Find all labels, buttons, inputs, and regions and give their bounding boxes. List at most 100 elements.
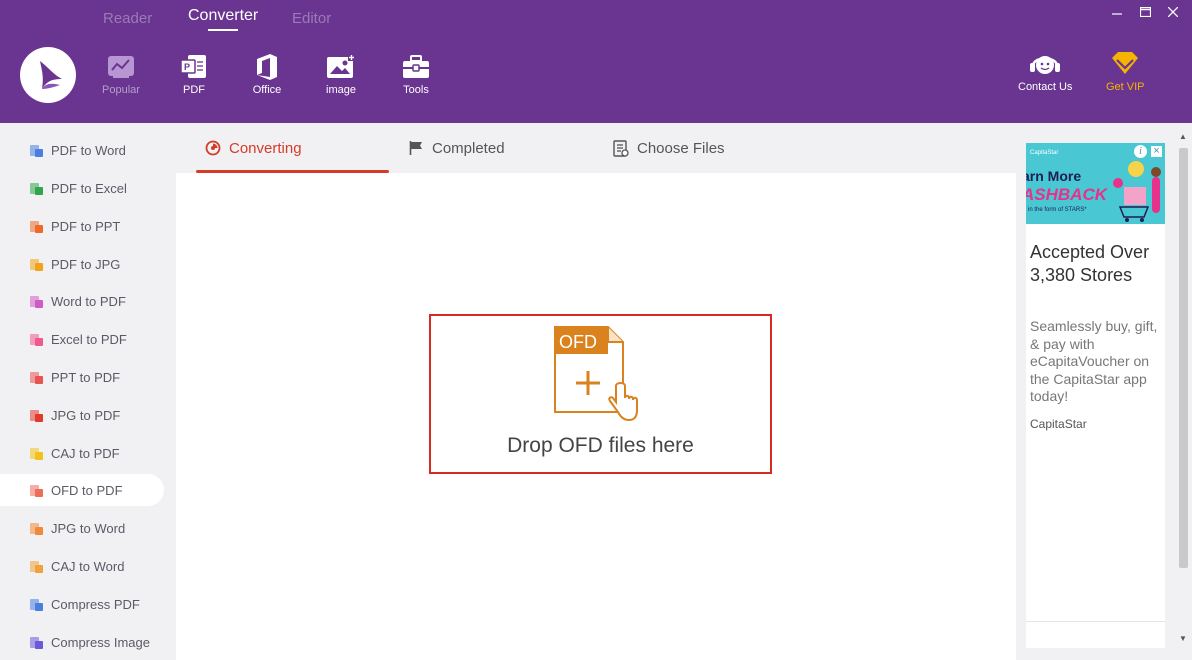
tab-converter[interactable]: Converter: [188, 7, 258, 31]
conversion-sidebar: PDF to Word PDF to Excel PDF to PPT PDF …: [0, 123, 176, 660]
tool-image[interactable]: image: [311, 52, 371, 96]
toolbox-icon: [401, 52, 431, 82]
file-drop-zone[interactable]: OFD Drop OFD files here: [429, 314, 772, 474]
tab-reader[interactable]: Reader: [103, 10, 152, 27]
sidebar-item-pdf-to-excel[interactable]: PDF to Excel: [0, 172, 164, 204]
close-icon: [1168, 7, 1178, 17]
sidebar-item-label: JPG to PDF: [51, 407, 121, 423]
sidebar-item-label: Compress PDF: [51, 596, 140, 612]
tool-popular[interactable]: Popular: [91, 52, 151, 96]
pdf-icon: P: [179, 52, 209, 82]
tab-label: Choose Files: [637, 139, 725, 157]
pdf-to-word-icon: [30, 144, 43, 157]
minimize-icon: [1112, 13, 1122, 15]
sidebar-item-label: PDF to Word: [51, 142, 126, 158]
butterfly-logo-icon: [40, 61, 62, 89]
ad-fine-print: in the form of STARS*: [1028, 207, 1087, 213]
tool-label: Popular: [102, 84, 140, 96]
sidebar-item-label: CAJ to Word: [51, 558, 125, 574]
sidebar-item-label: Compress Image: [51, 634, 150, 650]
pdf-to-excel-icon: [30, 182, 43, 195]
image-icon: [326, 52, 356, 82]
sidebar-item-pdf-to-word[interactable]: PDF to Word: [0, 134, 164, 166]
sidebar-item-label: OFD to PDF: [51, 482, 123, 498]
minimize-button[interactable]: [1110, 4, 1124, 20]
tab-converting[interactable]: Converting: [205, 123, 302, 173]
tab-label: Converting: [229, 139, 302, 157]
sidebar-item-compress-image[interactable]: Compress Image: [0, 626, 164, 658]
ofd-to-pdf-icon: [30, 484, 43, 497]
ofd-badge-text: OFD: [559, 332, 597, 352]
sidebar-item-jpg-to-pdf[interactable]: JPG to PDF: [0, 399, 164, 431]
excel-to-pdf-icon: [30, 333, 43, 346]
tab-choose-files[interactable]: Choose Files: [613, 123, 725, 173]
sidebar-item-label: PDF to PPT: [51, 218, 121, 234]
ad-headline-line1: arn More: [1026, 168, 1082, 184]
window-controls: [1110, 4, 1180, 20]
ad-scrollbar[interactable]: ▲ ▼: [1176, 130, 1192, 660]
tab-editor[interactable]: Editor: [292, 10, 331, 27]
ad-divider: [1026, 621, 1165, 622]
sidebar-item-caj-to-word[interactable]: CAJ to Word: [0, 550, 164, 582]
caj-to-pdf-icon: [30, 447, 43, 460]
file-list-icon: [613, 139, 629, 157]
office-icon: [252, 52, 282, 82]
drop-instruction-text: Drop OFD files here: [507, 434, 694, 457]
ofd-file-add-icon: OFD: [554, 326, 638, 422]
sidebar-item-jpg-to-word[interactable]: JPG to Word: [0, 512, 164, 544]
diamond-icon: [1112, 52, 1139, 74]
converting-icon: [205, 140, 221, 156]
close-button[interactable]: [1166, 4, 1180, 20]
sidebar-item-excel-to-pdf[interactable]: Excel to PDF: [0, 323, 164, 355]
sidebar-item-pdf-to-jpg[interactable]: PDF to JPG: [0, 248, 164, 280]
contact-us-button[interactable]: Contact Us: [1018, 50, 1072, 93]
jpg-to-word-icon: [30, 522, 43, 535]
app-header: Reader Converter Editor Popular P PDF Of…: [0, 0, 1192, 123]
ad-decoration-icon: [1113, 161, 1161, 222]
pdf-to-jpg-icon: [30, 258, 43, 271]
tool-office[interactable]: Office: [237, 52, 297, 96]
sidebar-item-ofd-to-pdf[interactable]: OFD to PDF: [0, 474, 164, 506]
maximize-icon: [1139, 7, 1151, 17]
sidebar-item-ppt-to-pdf[interactable]: PPT to PDF: [0, 361, 164, 393]
sidebar-item-pdf-to-ppt[interactable]: PDF to PPT: [0, 210, 164, 242]
ad-close-icon[interactable]: ×: [1150, 145, 1163, 158]
ad-description: Seamlessly buy, gift, & pay with eCapita…: [1030, 318, 1158, 404]
jpg-to-pdf-icon: [30, 409, 43, 422]
tool-pdf[interactable]: P PDF: [164, 52, 224, 96]
app-logo: [20, 47, 76, 103]
sidebar-item-label: CAJ to PDF: [51, 445, 120, 461]
tool-label: Tools: [403, 84, 429, 96]
ad-headline-line2: ASHBACK: [1026, 185, 1107, 204]
ad-advertiser-link[interactable]: CapitaStar: [1030, 417, 1087, 431]
sidebar-item-label: Word to PDF: [51, 293, 126, 309]
ad-brand-small: CapitaStar: [1030, 150, 1059, 156]
compress-pdf-icon: [30, 598, 43, 611]
svg-text:P: P: [184, 62, 190, 72]
ad-title[interactable]: Accepted Over 3,380 Stores: [1030, 241, 1160, 287]
tool-label: Office: [252, 84, 282, 96]
caj-to-word-icon: [30, 560, 43, 573]
advertisement-panel[interactable]: CapitaStar arn More ASHBACK in the form …: [1026, 143, 1165, 648]
ppt-to-pdf-icon: [30, 371, 43, 384]
maximize-button[interactable]: [1138, 4, 1152, 20]
sidebar-item-caj-to-pdf[interactable]: CAJ to PDF: [0, 437, 164, 469]
sidebar-item-label: JPG to Word: [51, 520, 126, 536]
tab-completed[interactable]: Completed: [408, 123, 505, 173]
tab-label: Completed: [432, 139, 505, 157]
sidebar-item-label: PPT to PDF: [51, 369, 121, 385]
ad-banner-image[interactable]: CapitaStar arn More ASHBACK in the form …: [1026, 143, 1165, 224]
tool-label: PDF: [183, 84, 205, 96]
sidebar-item-label: PDF to Excel: [51, 180, 127, 196]
scroll-down-icon[interactable]: ▼: [1179, 634, 1187, 643]
sidebar-item-compress-pdf[interactable]: Compress PDF: [0, 588, 164, 620]
tool-tools[interactable]: Tools: [386, 52, 446, 96]
scroll-thumb[interactable]: [1179, 148, 1188, 568]
active-tab-indicator: [196, 170, 389, 173]
scroll-up-icon[interactable]: ▲: [1179, 132, 1187, 141]
sidebar-item-word-to-pdf[interactable]: Word to PDF: [0, 285, 164, 317]
tool-label: image: [326, 84, 356, 96]
ad-info-icon[interactable]: i: [1134, 145, 1147, 158]
get-vip-button[interactable]: Get VIP: [1106, 50, 1145, 93]
main-panel: Converting Completed Choose Files OFD Dr…: [176, 123, 1016, 660]
